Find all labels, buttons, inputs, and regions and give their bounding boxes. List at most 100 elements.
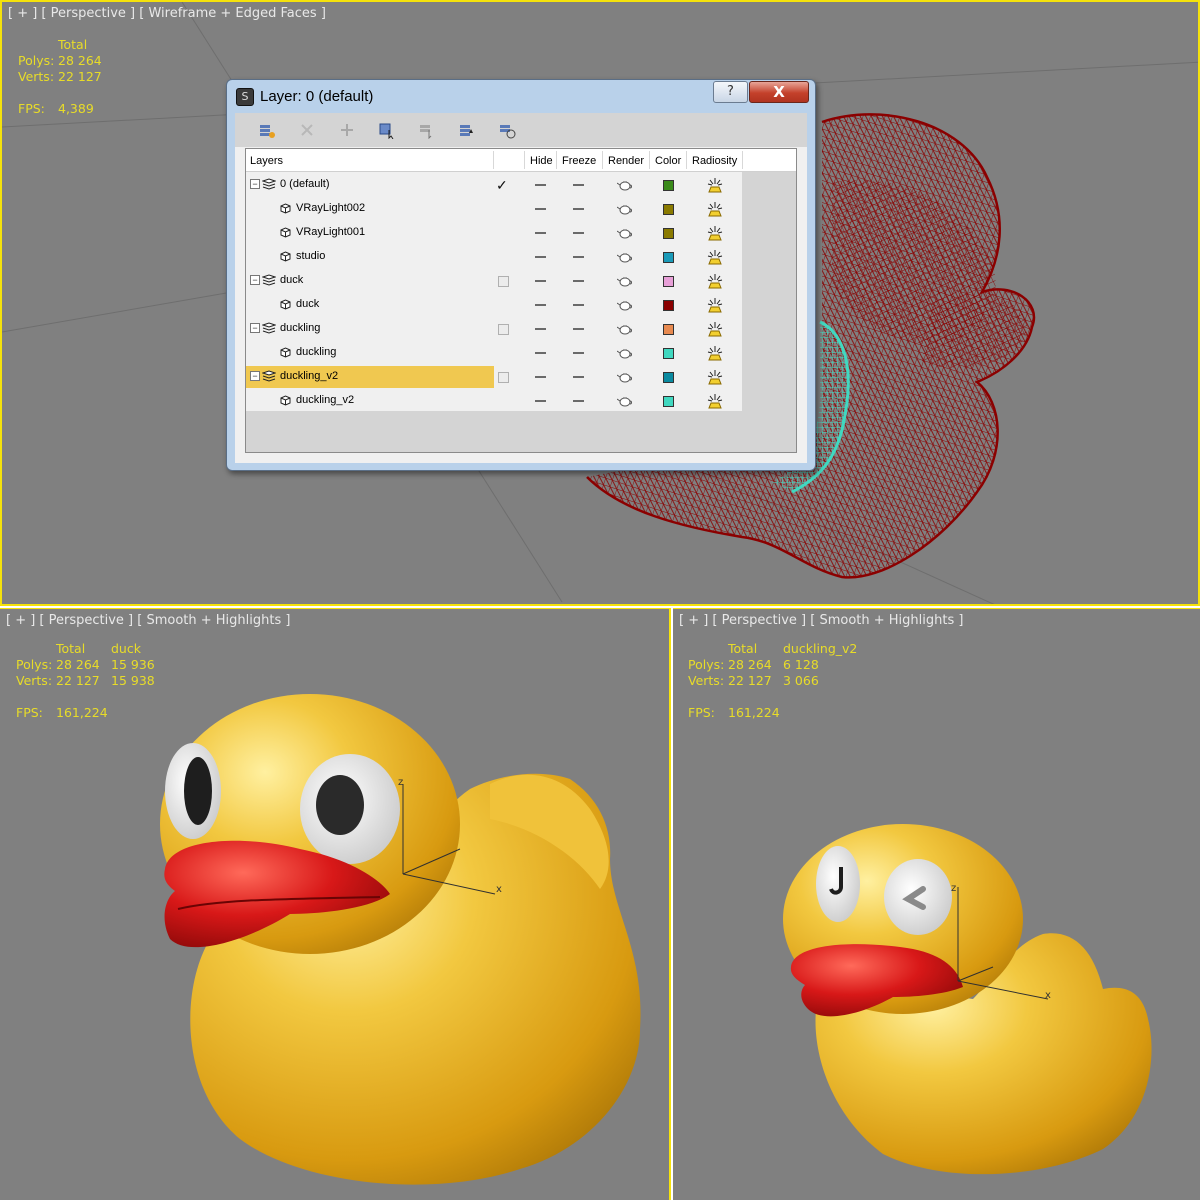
select-objects-icon[interactable] bbox=[377, 121, 397, 140]
current-layer-checkbox[interactable] bbox=[498, 324, 509, 335]
hide-toggle[interactable] bbox=[535, 184, 546, 186]
layer-row[interactable]: − duckling bbox=[246, 317, 742, 341]
render-teapot-icon[interactable] bbox=[617, 298, 633, 312]
hide-toggle[interactable] bbox=[535, 208, 546, 210]
collapse-toggle-icon[interactable]: − bbox=[250, 275, 260, 285]
close-button[interactable]: X bbox=[749, 81, 809, 103]
freeze-toggle[interactable] bbox=[573, 184, 584, 186]
hide-toggle[interactable] bbox=[535, 256, 546, 258]
layer-list[interactable]: Layers Hide Freeze Render Color Radiosit… bbox=[245, 148, 797, 453]
object-row[interactable]: duck bbox=[246, 293, 742, 317]
object-row[interactable]: duckling bbox=[246, 341, 742, 365]
radiosity-lamp-icon[interactable] bbox=[706, 224, 724, 242]
radiosity-lamp-icon[interactable] bbox=[706, 344, 724, 362]
radiosity-lamp-icon[interactable] bbox=[706, 272, 724, 290]
viewport-label[interactable]: [ + ] [ Perspective ] [ Smooth + Highlig… bbox=[679, 613, 963, 628]
layer-color-swatch[interactable] bbox=[663, 276, 674, 287]
hide-toggle[interactable] bbox=[535, 232, 546, 234]
hide-toggle[interactable] bbox=[535, 352, 546, 354]
layer-color-swatch[interactable] bbox=[663, 204, 674, 215]
freeze-toggle[interactable] bbox=[573, 400, 584, 402]
col-render[interactable]: Render bbox=[608, 155, 644, 167]
dialog-titlebar[interactable]: S Layer: 0 (default) ? X bbox=[227, 80, 815, 113]
layer-color-swatch[interactable] bbox=[663, 396, 674, 407]
hide-toggle[interactable] bbox=[535, 304, 546, 306]
viewport-label[interactable]: [ + ] [ Perspective ] [ Smooth + Highlig… bbox=[6, 613, 290, 628]
object-row[interactable]: VRayLight001 bbox=[246, 221, 742, 245]
layer-color-swatch[interactable] bbox=[663, 324, 674, 335]
freeze-toggle[interactable] bbox=[573, 304, 584, 306]
layer-color-swatch[interactable] bbox=[663, 348, 674, 359]
collapse-toggle-icon[interactable]: − bbox=[250, 371, 260, 381]
col-radiosity[interactable]: Radiosity bbox=[692, 155, 737, 167]
col-freeze[interactable]: Freeze bbox=[562, 155, 596, 167]
freeze-toggle[interactable] bbox=[573, 256, 584, 258]
viewport-bottom-right[interactable]: z x [ + ] [ Perspective ] [ Smooth + Hig… bbox=[673, 608, 1200, 1200]
col-color[interactable]: Color bbox=[655, 155, 681, 167]
render-teapot-icon[interactable] bbox=[617, 346, 633, 360]
render-teapot-icon[interactable] bbox=[617, 250, 633, 264]
viewport-label[interactable]: [ + ] [ Perspective ] [ Wireframe + Edge… bbox=[8, 6, 326, 21]
freeze-toggle[interactable] bbox=[573, 280, 584, 282]
radiosity-lamp-icon[interactable] bbox=[706, 368, 724, 386]
hide-toggle[interactable] bbox=[535, 328, 546, 330]
radiosity-lamp-icon[interactable] bbox=[706, 200, 724, 218]
radiosity-lamp-icon[interactable] bbox=[706, 296, 724, 314]
radiosity-lamp-icon[interactable] bbox=[706, 176, 724, 194]
row-name: duckling_v2 bbox=[280, 370, 339, 382]
render-teapot-icon[interactable] bbox=[617, 370, 633, 384]
layer-row[interactable]: − duck bbox=[246, 269, 742, 293]
hide-toggle[interactable] bbox=[535, 376, 546, 378]
help-button[interactable]: ? bbox=[713, 81, 748, 103]
render-teapot-icon[interactable] bbox=[617, 202, 633, 216]
hide-freeze-all-icon[interactable] bbox=[497, 121, 517, 139]
freeze-toggle[interactable] bbox=[573, 208, 584, 210]
layer-row[interactable]: − duckling_v2 bbox=[246, 365, 742, 389]
layer-color-swatch[interactable] bbox=[663, 372, 674, 383]
render-teapot-icon[interactable] bbox=[617, 226, 633, 240]
object-row[interactable]: studio bbox=[246, 245, 742, 269]
current-layer-checkbox[interactable] bbox=[498, 276, 509, 287]
freeze-toggle[interactable] bbox=[573, 232, 584, 234]
layer-color-swatch[interactable] bbox=[663, 300, 674, 311]
col-layers[interactable]: Layers bbox=[250, 155, 283, 167]
hide-toggle[interactable] bbox=[535, 280, 546, 282]
layer-color-swatch[interactable] bbox=[663, 228, 674, 239]
radiosity-lamp-icon[interactable] bbox=[706, 392, 724, 410]
object-box-icon bbox=[280, 347, 291, 358]
stat-verts-object: 3 066 bbox=[783, 673, 819, 688]
layer-dialog[interactable]: S Layer: 0 (default) ? X Layers Hide Fre… bbox=[226, 79, 816, 471]
object-row[interactable]: duckling_v2 bbox=[246, 389, 742, 413]
radiosity-lamp-icon[interactable] bbox=[706, 248, 724, 266]
select-layer-icon[interactable] bbox=[417, 121, 437, 140]
row-name: duckling_v2 bbox=[296, 394, 355, 406]
layer-color-swatch[interactable] bbox=[663, 180, 674, 191]
freeze-toggle[interactable] bbox=[573, 352, 584, 354]
render-teapot-icon[interactable] bbox=[617, 274, 633, 288]
viewport-bottom-left[interactable]: z x [ + ] [ Perspective ] [ Smooth + Hig… bbox=[0, 608, 671, 1200]
object-row[interactable]: VRayLight002 bbox=[246, 197, 742, 221]
create-layer-icon[interactable] bbox=[257, 121, 277, 139]
freeze-toggle[interactable] bbox=[573, 328, 584, 330]
render-teapot-icon[interactable] bbox=[617, 178, 633, 192]
stat-total-header: Total bbox=[58, 37, 88, 52]
stat-polys-label: Polys: bbox=[688, 657, 725, 672]
delete-layer-icon[interactable] bbox=[297, 121, 317, 139]
radiosity-lamp-icon[interactable] bbox=[706, 320, 724, 338]
row-name: duckling bbox=[296, 346, 337, 358]
current-layer-checkbox[interactable] bbox=[498, 372, 509, 383]
layer-row[interactable]: − 0 (default) ✓ bbox=[246, 173, 742, 197]
render-teapot-icon[interactable] bbox=[617, 394, 633, 408]
freeze-toggle[interactable] bbox=[573, 376, 584, 378]
collapse-toggle-icon[interactable]: − bbox=[250, 323, 260, 333]
current-layer-check-icon[interactable]: ✓ bbox=[496, 177, 508, 194]
collapse-toggle-icon[interactable]: − bbox=[250, 179, 260, 189]
stat-fps-label: FPS: bbox=[18, 101, 45, 116]
add-to-layer-icon[interactable] bbox=[337, 121, 357, 139]
hide-toggle[interactable] bbox=[535, 400, 546, 402]
set-current-layer-icon[interactable] bbox=[457, 121, 477, 139]
layer-color-swatch[interactable] bbox=[663, 252, 674, 263]
render-teapot-icon[interactable] bbox=[617, 322, 633, 336]
stat-fps-label: FPS: bbox=[16, 705, 43, 720]
col-hide[interactable]: Hide bbox=[530, 155, 553, 167]
